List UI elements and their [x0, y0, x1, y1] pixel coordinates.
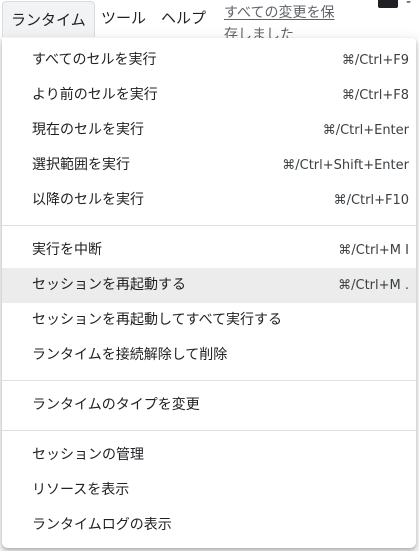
shortcut-label: ⌘/Ctrl+F8 — [341, 88, 409, 103]
menu-help[interactable]: ヘルプ — [161, 0, 206, 36]
shortcut-label: ⌘/Ctrl+F9 — [341, 53, 409, 68]
menu-runtime[interactable]: ランタイム — [2, 1, 95, 37]
menu-item-label: 選択範囲を実行 — [32, 157, 130, 173]
menu-item-change-runtime-type[interactable]: ランタイムのタイプを変更 — [2, 388, 416, 423]
menu-item-label: リソースを表示 — [32, 482, 130, 498]
menu-item-run-all[interactable]: すべてのセルを実行 ⌘/Ctrl+F9 — [2, 43, 416, 78]
menu-item-run-after[interactable]: 以降のセルを実行 ⌘/Ctrl+F10 — [2, 183, 416, 218]
menu-item-manage-sessions[interactable]: セッションの管理 — [2, 438, 416, 473]
menu-item-view-resources[interactable]: リソースを表示 — [2, 473, 416, 508]
menu-item-label: 以降のセルを実行 — [32, 192, 144, 208]
menu-bar: ランタイム ツール ヘルプ すべての変更を保存しました ‑ — [0, 0, 419, 38]
menu-divider — [2, 380, 416, 381]
menu-item-restart-and-run-all[interactable]: セッションを再起動してすべて実行する — [2, 303, 416, 338]
share-icon[interactable]: ‑ — [406, 0, 411, 10]
menu-item-view-runtime-logs[interactable]: ランタイムログの表示 — [2, 508, 416, 543]
menu-item-label: すべてのセルを実行 — [32, 52, 157, 68]
shortcut-label: ⌘/Ctrl+M . — [338, 278, 409, 293]
shortcut-label: ⌘/Ctrl+Enter — [322, 123, 409, 138]
menu-tools[interactable]: ツール — [101, 0, 146, 36]
shortcut-label: ⌘/Ctrl+M I — [338, 243, 409, 258]
menu-divider — [2, 225, 416, 226]
menu-divider — [2, 430, 416, 431]
menu-item-label: 現在のセルを実行 — [32, 122, 144, 138]
menu-item-label: セッションを再起動してすべて実行する — [32, 312, 283, 328]
menu-item-run-focused[interactable]: 現在のセルを実行 ⌘/Ctrl+Enter — [2, 113, 416, 148]
menu-item-run-before[interactable]: より前のセルを実行 ⌘/Ctrl+F8 — [2, 78, 416, 113]
menu-item-run-selection[interactable]: 選択範囲を実行 ⌘/Ctrl+Shift+Enter — [2, 148, 416, 183]
menu-item-label: より前のセルを実行 — [32, 87, 158, 103]
shortcut-label: ⌘/Ctrl+Shift+Enter — [282, 158, 409, 173]
menu-item-label: ランタイムを接続解除して削除 — [32, 347, 228, 363]
menu-item-label: セッションの管理 — [32, 447, 144, 463]
menu-item-interrupt[interactable]: 実行を中断 ⌘/Ctrl+M I — [2, 233, 416, 268]
menu-item-label: ランタイムログの表示 — [32, 517, 172, 533]
shortcut-label: ⌘/Ctrl+F10 — [333, 193, 409, 208]
menu-item-restart-session[interactable]: セッションを再起動する ⌘/Ctrl+M . — [2, 268, 416, 303]
menu-item-disconnect-delete[interactable]: ランタイムを接続解除して削除 — [2, 338, 416, 373]
runtime-dropdown-menu: すべてのセルを実行 ⌘/Ctrl+F9 より前のセルを実行 ⌘/Ctrl+F8 … — [2, 38, 416, 548]
menu-item-label: セッションを再起動する — [32, 277, 186, 293]
comment-icon[interactable] — [378, 0, 398, 8]
menu-item-label: ランタイムのタイプを変更 — [32, 397, 200, 413]
menu-item-label: 実行を中断 — [32, 242, 102, 258]
save-status-link[interactable]: すべての変更を保存しました — [224, 2, 344, 38]
